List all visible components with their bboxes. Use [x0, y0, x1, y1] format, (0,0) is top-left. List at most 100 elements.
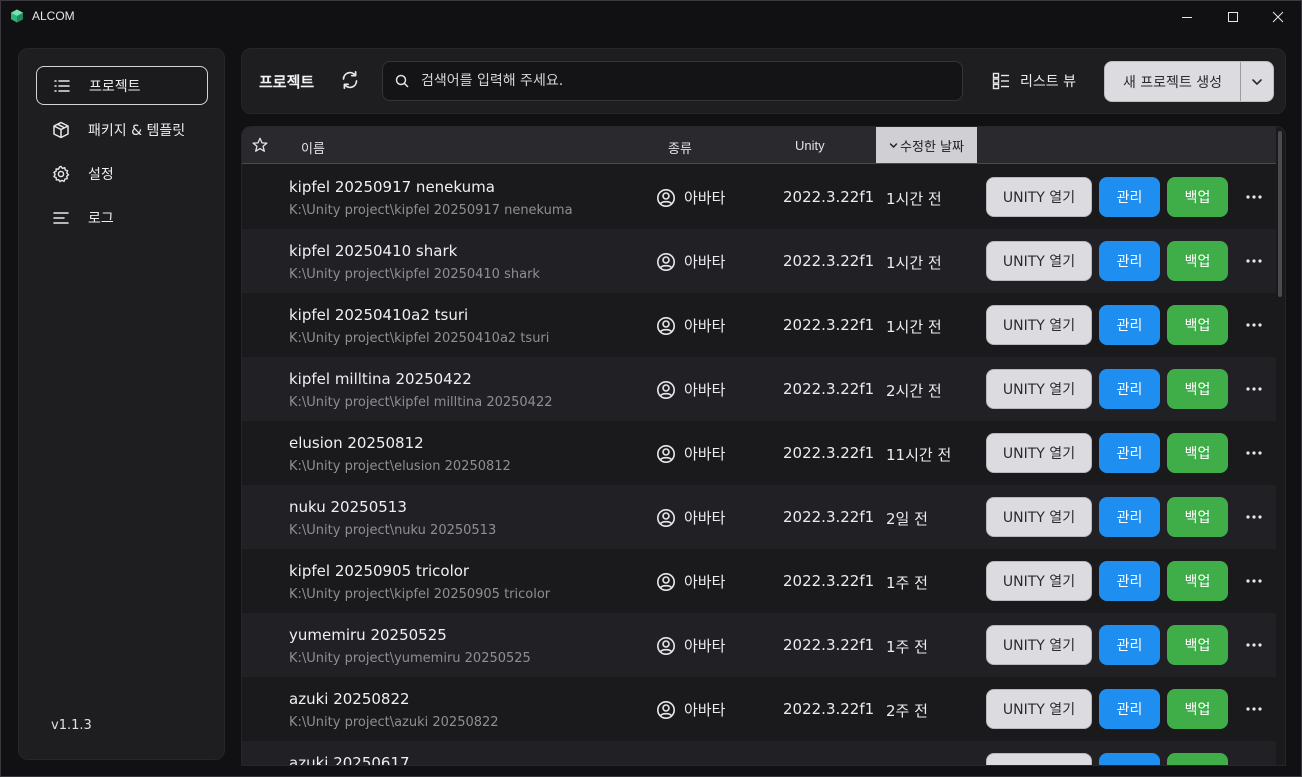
- modified-date: 1시간 전: [886, 254, 942, 272]
- new-project-button[interactable]: 새 프로젝트 생성: [1105, 62, 1241, 101]
- sidebar-item-projects[interactable]: 프로젝트: [36, 66, 208, 105]
- backup-button[interactable]: 백업: [1167, 497, 1228, 537]
- column-header-modified[interactable]: 수정한 날짜: [876, 127, 977, 163]
- list-view-label: 리스트 뷰: [1020, 74, 1076, 90]
- more-options-icon[interactable]: [1245, 381, 1263, 397]
- new-project-dropdown-button[interactable]: [1241, 62, 1273, 101]
- table-row[interactable]: kipfel 20250410a2 tsuri K:\Unity project…: [242, 293, 1276, 357]
- projects-header: 프로젝트 리스트 뷰 새 프로젝트 생성: [241, 48, 1286, 114]
- project-path: K:\Unity project\kipfel 20250410 shark: [289, 267, 540, 282]
- project-kind-label: 아바타: [684, 509, 726, 527]
- project-kind-label: 아바타: [684, 637, 726, 655]
- manage-button[interactable]: 관리: [1099, 241, 1160, 281]
- more-options-icon[interactable]: [1245, 637, 1263, 653]
- more-options-icon[interactable]: [1245, 253, 1263, 269]
- scrollbar[interactable]: [1278, 131, 1282, 297]
- project-kind-label: 아바타: [684, 253, 726, 271]
- maximize-button[interactable]: [1210, 1, 1256, 32]
- open-unity-button[interactable]: UNITY 열기: [986, 689, 1092, 729]
- project-name: elusion 20250812: [289, 434, 424, 452]
- backup-button[interactable]: 백업: [1167, 177, 1228, 217]
- close-button[interactable]: [1255, 1, 1301, 32]
- project-name: azuki 20250822: [289, 690, 410, 708]
- manage-button[interactable]: 관리: [1099, 625, 1160, 665]
- manage-button[interactable]: 관리: [1099, 433, 1160, 473]
- search-box[interactable]: [382, 61, 963, 101]
- project-name: kipfel 20250917 nenekuma: [289, 178, 495, 196]
- project-path: K:\Unity project\kipfel 20250917 nenekum…: [289, 203, 573, 218]
- sidebar: 프로젝트 패키지 & 템플릿 설정 로그 v1.1.3: [18, 48, 225, 760]
- open-unity-button[interactable]: UNITY 열기: [986, 241, 1092, 281]
- table-row[interactable]: kipfel 20250917 nenekuma K:\Unity projec…: [242, 165, 1276, 229]
- manage-button[interactable]: 관리: [1099, 561, 1160, 601]
- project-name: kipfel 20250410a2 tsuri: [289, 306, 469, 324]
- sidebar-item-label: 설정: [88, 166, 114, 183]
- backup-button[interactable]: 백업: [1167, 433, 1228, 473]
- table-row[interactable]: kipfel milltina 20250422 K:\Unity projec…: [242, 357, 1276, 421]
- search-input[interactable]: [421, 62, 962, 100]
- sidebar-item-settings[interactable]: 설정: [36, 154, 208, 193]
- title-bar: ALCOM: [1, 1, 1301, 32]
- table-row[interactable]: yumemiru 20250525 K:\Unity project\yumem…: [242, 613, 1276, 677]
- modified-date: 1시간 전: [886, 318, 942, 336]
- project-path: K:\Unity project\kipfel 20250410a2 tsuri: [289, 331, 550, 346]
- avatar-icon: [657, 700, 675, 719]
- backup-button[interactable]: 백업: [1167, 369, 1228, 409]
- more-options-icon[interactable]: [1245, 701, 1263, 717]
- manage-button[interactable]: 관리: [1099, 497, 1160, 537]
- refresh-icon[interactable]: [340, 70, 360, 90]
- table-row[interactable]: nuku 20250513 K:\Unity project\nuku 2025…: [242, 485, 1276, 549]
- chevron-down-icon: [1252, 78, 1262, 85]
- backup-button[interactable]: 백업: [1167, 241, 1228, 281]
- gear-icon: [53, 165, 70, 183]
- list-view-toggle[interactable]: 리스트 뷰: [992, 70, 1076, 92]
- table-row[interactable]: azuki 20250617 UNITY 열기 관리 백업: [242, 741, 1276, 766]
- sidebar-item-label: 패키지 & 템플릿: [88, 122, 186, 139]
- column-header-unity[interactable]: Unity: [795, 138, 825, 153]
- minimize-button[interactable]: [1164, 1, 1210, 32]
- sidebar-item-packages[interactable]: 패키지 & 템플릿: [36, 110, 208, 149]
- open-unity-button[interactable]: UNITY 열기: [986, 177, 1092, 217]
- backup-button[interactable]: 백업: [1167, 625, 1228, 665]
- table-row[interactable]: azuki 20250822 K:\Unity project\azuki 20…: [242, 677, 1276, 741]
- more-options-icon[interactable]: [1245, 189, 1263, 205]
- more-options-icon[interactable]: [1245, 445, 1263, 461]
- backup-button[interactable]: 백업: [1167, 753, 1228, 765]
- manage-button[interactable]: 관리: [1099, 369, 1160, 409]
- manage-button[interactable]: 관리: [1099, 689, 1160, 729]
- more-options-icon[interactable]: [1245, 317, 1263, 333]
- open-unity-button[interactable]: UNITY 열기: [986, 433, 1092, 473]
- manage-button[interactable]: 관리: [1099, 753, 1160, 765]
- list-view-icon: [992, 72, 1009, 90]
- more-options-icon[interactable]: [1245, 573, 1263, 589]
- modified-date: 1시간 전: [886, 190, 942, 208]
- table-row[interactable]: kipfel 20250410 shark K:\Unity project\k…: [242, 229, 1276, 293]
- column-header-kind[interactable]: 종류: [668, 138, 692, 157]
- manage-button[interactable]: 관리: [1099, 177, 1160, 217]
- project-kind: 아바타: [656, 251, 725, 272]
- manage-button[interactable]: 관리: [1099, 305, 1160, 345]
- open-unity-button[interactable]: UNITY 열기: [986, 497, 1092, 537]
- more-options-icon[interactable]: [1245, 509, 1263, 525]
- backup-button[interactable]: 백업: [1167, 561, 1228, 601]
- open-unity-button[interactable]: UNITY 열기: [986, 305, 1092, 345]
- open-unity-button[interactable]: UNITY 열기: [986, 369, 1092, 409]
- page-title: 프로젝트: [259, 73, 315, 91]
- column-header-name[interactable]: 이름: [301, 138, 325, 157]
- column-header-modified-label: 수정한 날짜: [900, 139, 964, 155]
- project-name: azuki 20250617: [289, 754, 410, 766]
- sidebar-item-logs[interactable]: 로그: [36, 198, 208, 237]
- table-row[interactable]: kipfel 20250905 tricolor K:\Unity projec…: [242, 549, 1276, 613]
- open-unity-button[interactable]: UNITY 열기: [986, 561, 1092, 601]
- project-kind: 아바타: [656, 187, 725, 208]
- backup-button[interactable]: 백업: [1167, 689, 1228, 729]
- modified-date: 1주 전: [886, 574, 928, 592]
- project-name: kipfel 20250410 shark: [289, 242, 458, 260]
- favorite-star-icon[interactable]: [252, 137, 268, 153]
- more-options-icon[interactable]: [1245, 765, 1263, 766]
- table-row[interactable]: elusion 20250812 K:\Unity project\elusio…: [242, 421, 1276, 485]
- backup-button[interactable]: 백업: [1167, 305, 1228, 345]
- open-unity-button[interactable]: UNITY 열기: [986, 753, 1092, 765]
- open-unity-button[interactable]: UNITY 열기: [986, 625, 1092, 665]
- project-path: K:\Unity project\azuki 20250822: [289, 715, 499, 730]
